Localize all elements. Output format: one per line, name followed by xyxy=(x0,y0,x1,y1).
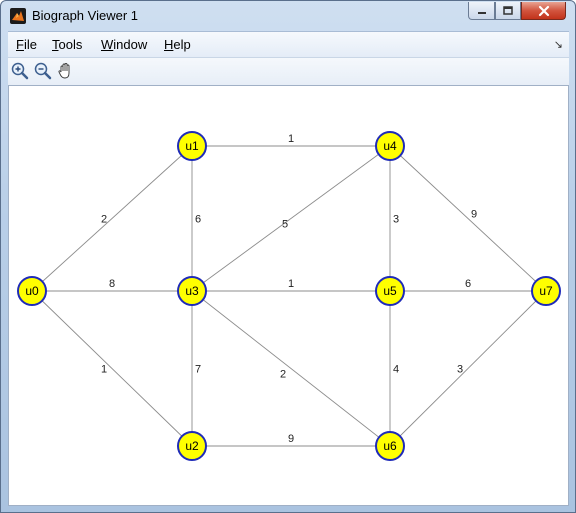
zoom-in-icon[interactable] xyxy=(10,61,30,81)
node-label-u1: u1 xyxy=(185,139,199,153)
edge-weight-label: 6 xyxy=(465,278,471,290)
edge-weight-label: 9 xyxy=(471,209,477,221)
toolbar xyxy=(8,57,569,86)
edge-weight-label: 2 xyxy=(280,369,286,381)
node-label-u7: u7 xyxy=(539,284,553,298)
edge-weight-label: 9 xyxy=(288,433,294,445)
maximize-button[interactable] xyxy=(495,2,521,20)
menu-help[interactable]: Help xyxy=(164,37,191,52)
edge-weight-label: 1 xyxy=(101,364,107,376)
dock-arrow-icon[interactable]: ↘ xyxy=(554,38,563,51)
edge-weight-label: 1 xyxy=(288,278,294,290)
node-label-u3: u3 xyxy=(185,284,199,298)
title-bar[interactable]: Biograph Viewer 1 xyxy=(1,1,575,30)
edge-weight-label: 4 xyxy=(393,364,399,376)
node-label-u2: u2 xyxy=(185,439,199,453)
edge-weight-label: 6 xyxy=(195,214,201,226)
menu-tools[interactable]: Tools xyxy=(52,37,82,52)
window-bottom-border xyxy=(1,506,575,513)
minimize-icon xyxy=(477,11,486,14)
graph-canvas[interactable]: 2 8 1 1 6 5 1 7 2 3 9 6 4 9 3 u0 u1 u2 u3 u4 u5 u6 u7 xyxy=(8,85,569,506)
menu-bar: File Tools Window Help ↘ xyxy=(8,31,569,57)
node-label-u0: u0 xyxy=(25,284,39,298)
close-icon xyxy=(538,5,549,16)
biograph-viewer-window: Biograph Viewer 1 File Tools Window Help… xyxy=(0,0,576,513)
edge-u6-u7[interactable] xyxy=(389,290,547,447)
window-title: Biograph Viewer 1 xyxy=(32,8,138,23)
maximize-icon xyxy=(503,5,513,15)
biograph-graph: 2 8 1 1 6 5 1 7 2 3 9 6 4 9 3 u0 u1 u2 u3 u4 u5 u6 u7 xyxy=(17,131,561,461)
edge-weight-label: 7 xyxy=(195,364,201,376)
close-button[interactable] xyxy=(521,2,566,20)
edge-weight-label: 1 xyxy=(288,133,294,145)
pan-hand-icon[interactable] xyxy=(56,61,76,81)
menu-window[interactable]: Window xyxy=(101,37,147,52)
zoom-out-icon[interactable] xyxy=(33,61,53,81)
node-label-u4: u4 xyxy=(383,139,397,153)
edge-u3-u4[interactable] xyxy=(191,145,391,292)
node-label-u6: u6 xyxy=(383,439,397,453)
edge-weight-label: 8 xyxy=(109,278,115,290)
minimize-button[interactable] xyxy=(468,2,495,20)
node-label-u5: u5 xyxy=(383,284,397,298)
menu-file[interactable]: File xyxy=(16,37,37,52)
edge-u4-u7[interactable] xyxy=(389,145,547,292)
edge-u0-u1[interactable] xyxy=(31,145,193,292)
edge-weight-label: 2 xyxy=(101,214,107,226)
edge-u3-u6[interactable] xyxy=(191,290,391,447)
edge-weight-label: 3 xyxy=(393,214,399,226)
matlab-logo-icon xyxy=(10,8,26,24)
edge-weight-label: 5 xyxy=(282,219,288,231)
edge-u0-u2[interactable] xyxy=(31,290,193,447)
edge-weight-label: 3 xyxy=(457,364,463,376)
